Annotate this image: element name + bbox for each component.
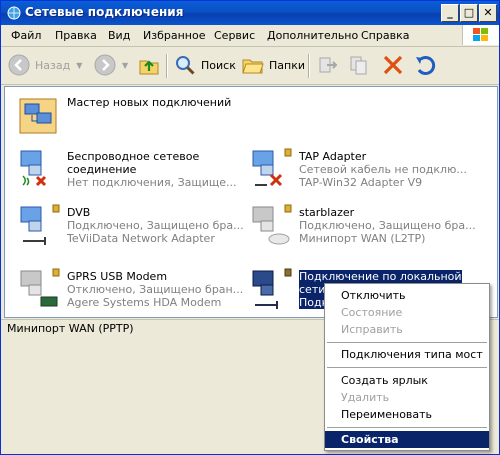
menu-bar: Файл Правка Вид Избранное Сервис Дополни… [1, 25, 499, 47]
delete-button[interactable] [381, 52, 405, 78]
minimize-button[interactable]: _ [441, 4, 459, 22]
menu-separator [327, 367, 487, 368]
forward-button[interactable]: ▼ [93, 52, 128, 78]
toolbar-separator [308, 54, 310, 78]
menu-item-disconnect[interactable]: Отключить [325, 287, 489, 304]
connection-name: Беспроводное сетевое [67, 150, 200, 163]
back-label: Назад [35, 58, 71, 72]
connection-item-tap-adapter[interactable]: TAP Adapter Сетевой кабель не подклю... … [249, 147, 479, 193]
wizard-icon [19, 98, 57, 134]
folders-button[interactable]: Папки [241, 52, 305, 78]
window-title: Сетевые подключения [25, 5, 184, 19]
search-label: Поиск [201, 58, 236, 72]
connection-name-line2: соединение [67, 163, 137, 176]
status-text: Минипорт WAN (PPTP) [7, 322, 134, 335]
connection-status: Подключено, Защищено бра... [299, 219, 476, 232]
wireless-disconnected-icon [20, 150, 47, 187]
menu-tools[interactable]: Сервис [214, 29, 255, 42]
copy-to-button[interactable] [347, 52, 371, 78]
connection-name: GPRS USB Modem [67, 270, 168, 283]
connection-name: TAP Adapter [299, 150, 367, 163]
lan-selected-icon [252, 268, 292, 309]
folder-up-icon [139, 60, 159, 75]
connection-item-wireless[interactable]: Беспроводное сетевое соединение Нет подк… [17, 147, 237, 193]
menu-separator [327, 427, 487, 428]
menu-advanced[interactable]: Дополнительно [267, 29, 358, 42]
connection-name: Подключение по локальной [299, 270, 462, 283]
menu-edit[interactable]: Правка [55, 29, 97, 42]
connection-item-gprs-modem[interactable]: GPRS USB Modem Отключено, Защищено бран.… [17, 267, 243, 313]
connection-device: TAP-Win32 Adapter V9 [299, 176, 423, 189]
connection-item-dvb[interactable]: DVB Подключено, Защищено бра... TeViiDat… [17, 203, 244, 249]
folders-label: Папки [269, 58, 305, 72]
back-dropdown-icon[interactable]: ▼ [76, 61, 82, 70]
menu-help[interactable]: Справка [361, 29, 409, 42]
menu-item-delete[interactable]: Удалить [325, 389, 489, 406]
forward-dropdown-icon[interactable]: ▼ [122, 61, 128, 70]
menu-favorites[interactable]: Избранное [143, 29, 205, 42]
connection-status: Нет подключения, Защище... [67, 176, 237, 189]
copy-to-icon [350, 56, 367, 75]
menu-file[interactable]: Файл [11, 29, 41, 42]
connection-name: Мастер новых подключений [67, 96, 232, 109]
title-bar[interactable]: Сетевые подключения _ □ ✕ [1, 1, 499, 25]
search-icon [176, 56, 195, 75]
back-arrow-icon [8, 54, 30, 76]
delete-x-icon [383, 55, 403, 75]
menu-item-repair[interactable]: Исправить [325, 321, 489, 338]
connection-name: DVB [67, 206, 91, 219]
connection-device: Минипорт WAN (L2TP) [299, 232, 426, 245]
connection-status: Отключено, Защищено бран... [67, 283, 244, 296]
undo-button[interactable] [413, 52, 437, 78]
back-button[interactable]: Назад ▼ [7, 52, 82, 78]
search-button[interactable]: Поиск [173, 52, 236, 78]
toolbar: Назад ▼ ▼ Поиск Папки [1, 47, 499, 85]
menu-item-create-shortcut[interactable]: Создать ярлык [325, 372, 489, 389]
connection-item-wizard[interactable]: Мастер новых подключений [17, 93, 237, 139]
folders-icon [242, 59, 264, 74]
maximize-button[interactable]: □ [460, 4, 478, 22]
connection-device: TeViiData Network Adapter [67, 232, 215, 245]
connection-status: Подключено, Защищено бра... [67, 219, 244, 232]
connection-device: Agere Systems HDA Modem [67, 296, 222, 309]
menu-item-rename[interactable]: Переименовать [325, 406, 489, 423]
lan-connected-icon [20, 204, 60, 245]
forward-arrow-icon [94, 54, 116, 76]
undo-arrow-icon [416, 56, 436, 75]
modem-icon [20, 268, 60, 307]
connection-status: Сетевой кабель не подклю... [299, 163, 467, 176]
move-to-button[interactable] [315, 52, 339, 78]
menu-view[interactable]: Вид [108, 29, 130, 42]
menu-item-bridge[interactable]: Подключения типа мост [325, 346, 489, 363]
move-to-icon [319, 57, 338, 73]
network-globe-icon [7, 6, 21, 20]
context-menu: Отключить Состояние Исправить Подключени… [324, 283, 490, 451]
lan-disconnected-icon [252, 148, 292, 187]
menu-separator [327, 342, 487, 343]
up-folder-button[interactable] [137, 52, 161, 78]
menu-item-properties[interactable]: Свойства [325, 431, 489, 448]
menu-item-status[interactable]: Состояние [325, 304, 489, 321]
connection-name: starblazer [299, 206, 355, 219]
connection-name-line2: сети [299, 283, 326, 296]
close-button[interactable]: ✕ [479, 4, 497, 22]
connection-item-starblazer[interactable]: starblazer Подключено, Защищено бра... М… [249, 203, 479, 249]
toolbar-separator [166, 54, 168, 78]
windows-logo-icon [462, 25, 499, 45]
vpn-icon [252, 204, 292, 245]
